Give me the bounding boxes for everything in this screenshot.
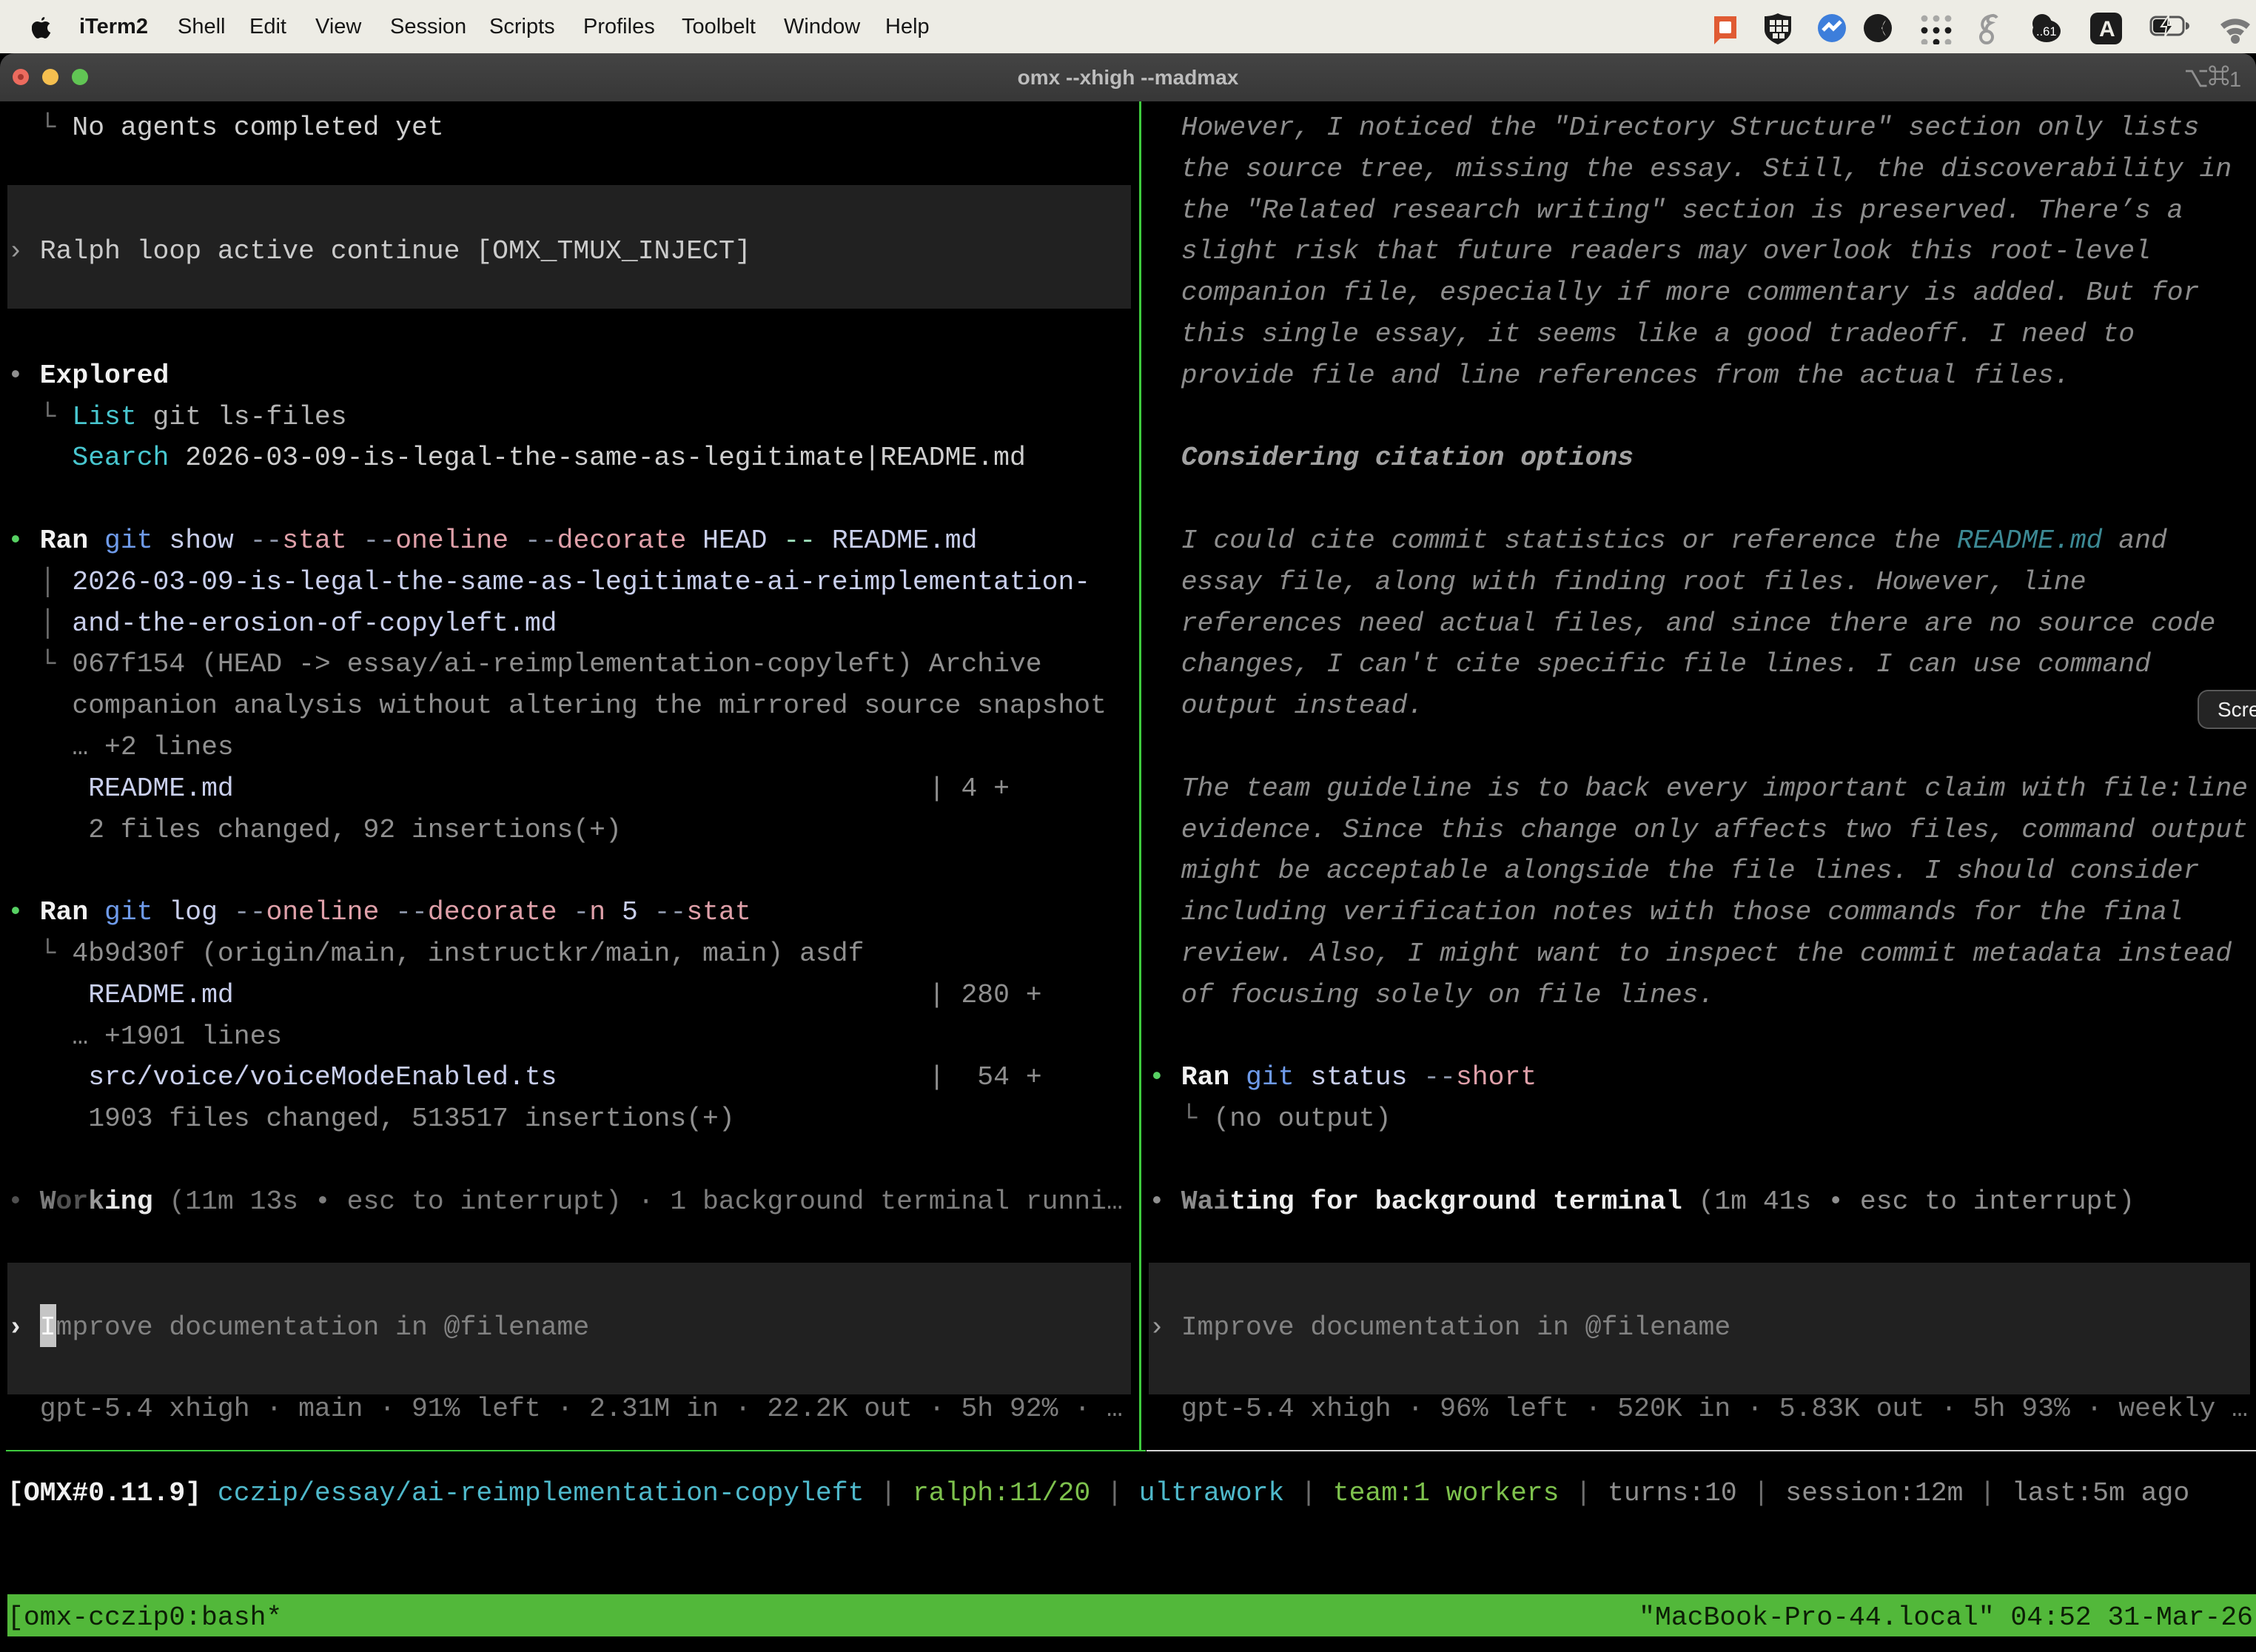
svg-text:1: 1 [2229,68,2241,92]
svg-text:A: A [2099,17,2115,41]
svg-text:..61: ..61 [2036,25,2057,38]
